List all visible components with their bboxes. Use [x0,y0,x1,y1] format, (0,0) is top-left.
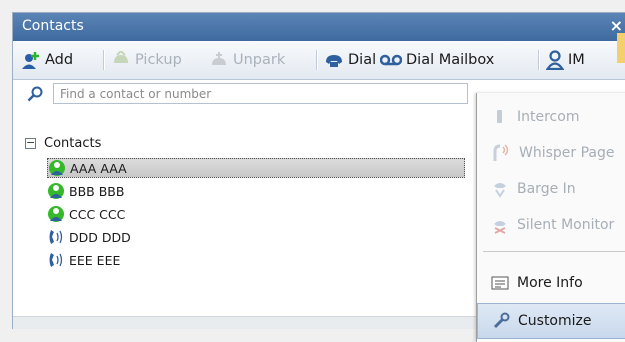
menu-separator [483,251,625,252]
window-title: Contacts [22,18,84,34]
intercom-icon [497,110,502,123]
pickup-icon [114,51,128,63]
contact-row[interactable]: BBB BBB [47,181,124,201]
im-button[interactable]: IM [546,41,585,79]
toolbar-overflow-button[interactable] [617,33,625,63]
silent-monitor-icon [494,221,506,234]
menu-label: Barge In [517,181,576,197]
menu-label: Intercom [517,109,580,125]
whisper-page-icon [493,144,509,161]
unpark-label: Unpark [233,52,286,68]
barge-in-icon [494,183,506,198]
contact-name: AAA AAA [70,160,127,176]
search-icon [27,86,43,102]
toolbar: Add Pickup Unpark Dial Dial Mailbox IM [13,41,625,80]
more-info-icon [491,276,509,290]
pickup-label: Pickup [135,52,182,68]
search-input[interactable]: Find a contact or number [53,83,468,104]
contacts-group[interactable]: − Contacts [25,133,101,153]
presence-green-icon [49,160,65,176]
im-label: IM [568,52,585,68]
menu-label: Customize [518,313,592,329]
menu-item-more-info[interactable]: More Info [477,265,625,301]
ringing-phone-icon [49,253,63,267]
menu-label: Whisper Page [519,145,615,161]
contacts-group-label: Contacts [44,135,102,151]
menu-label: Silent Monitor [517,217,615,233]
menu-item-intercom[interactable]: Intercom [477,99,625,135]
toolbar-separator [538,50,540,70]
toolbar-separator [316,50,318,70]
add-button[interactable]: Add [21,41,73,79]
context-menu: Intercom Whisper Page Barge In Silent Mo… [476,93,625,342]
horizontal-scrollbar[interactable] [13,316,478,329]
im-person-icon [546,50,564,70]
search-row: Find a contact or number [13,79,478,109]
unpark-icon [212,52,226,65]
add-contact-icon [22,52,39,69]
contact-row[interactable]: CCC CCC [47,204,125,224]
menu-item-barge-in[interactable]: Barge In [477,171,625,207]
contact-row[interactable]: AAA AAA [47,158,465,178]
unpark-button[interactable]: Unpark [209,41,285,79]
menu-item-whisper-page[interactable]: Whisper Page [477,135,625,171]
contact-row[interactable]: DDD DDD [47,227,131,247]
contact-name: DDD DDD [69,229,131,245]
wrench-icon [493,312,510,329]
dial-mailbox-button[interactable]: Dial Mailbox [380,41,494,79]
presence-green-icon [48,206,64,222]
contact-name: CCC CCC [69,206,126,222]
menu-item-customize[interactable]: Customize [477,303,625,339]
dial-button[interactable]: Dial [324,41,376,79]
contacts-window: Contacts × Add Pickup Unpark Dial Dial M… [12,12,625,342]
pickup-button[interactable]: Pickup [111,41,182,79]
dial-mailbox-label: Dial Mailbox [406,52,495,68]
menu-item-silent-monitor[interactable]: Silent Monitor [477,207,625,243]
dial-phone-icon [326,55,342,67]
add-label: Add [45,52,74,68]
menu-label: More Info [517,275,583,291]
contact-name: BBB BBB [69,183,125,199]
voicemail-icon [380,54,402,66]
collapse-toggle[interactable]: − [25,137,36,149]
presence-green-icon [48,183,64,199]
contact-name: EEE EEE [69,252,121,268]
dial-label: Dial [348,52,377,68]
toolbar-separator [103,50,105,70]
title-bar[interactable]: Contacts × [13,13,625,41]
contact-row[interactable]: EEE EEE [47,250,120,270]
search-placeholder: Find a contact or number [60,87,212,101]
ringing-phone-icon [49,230,63,244]
